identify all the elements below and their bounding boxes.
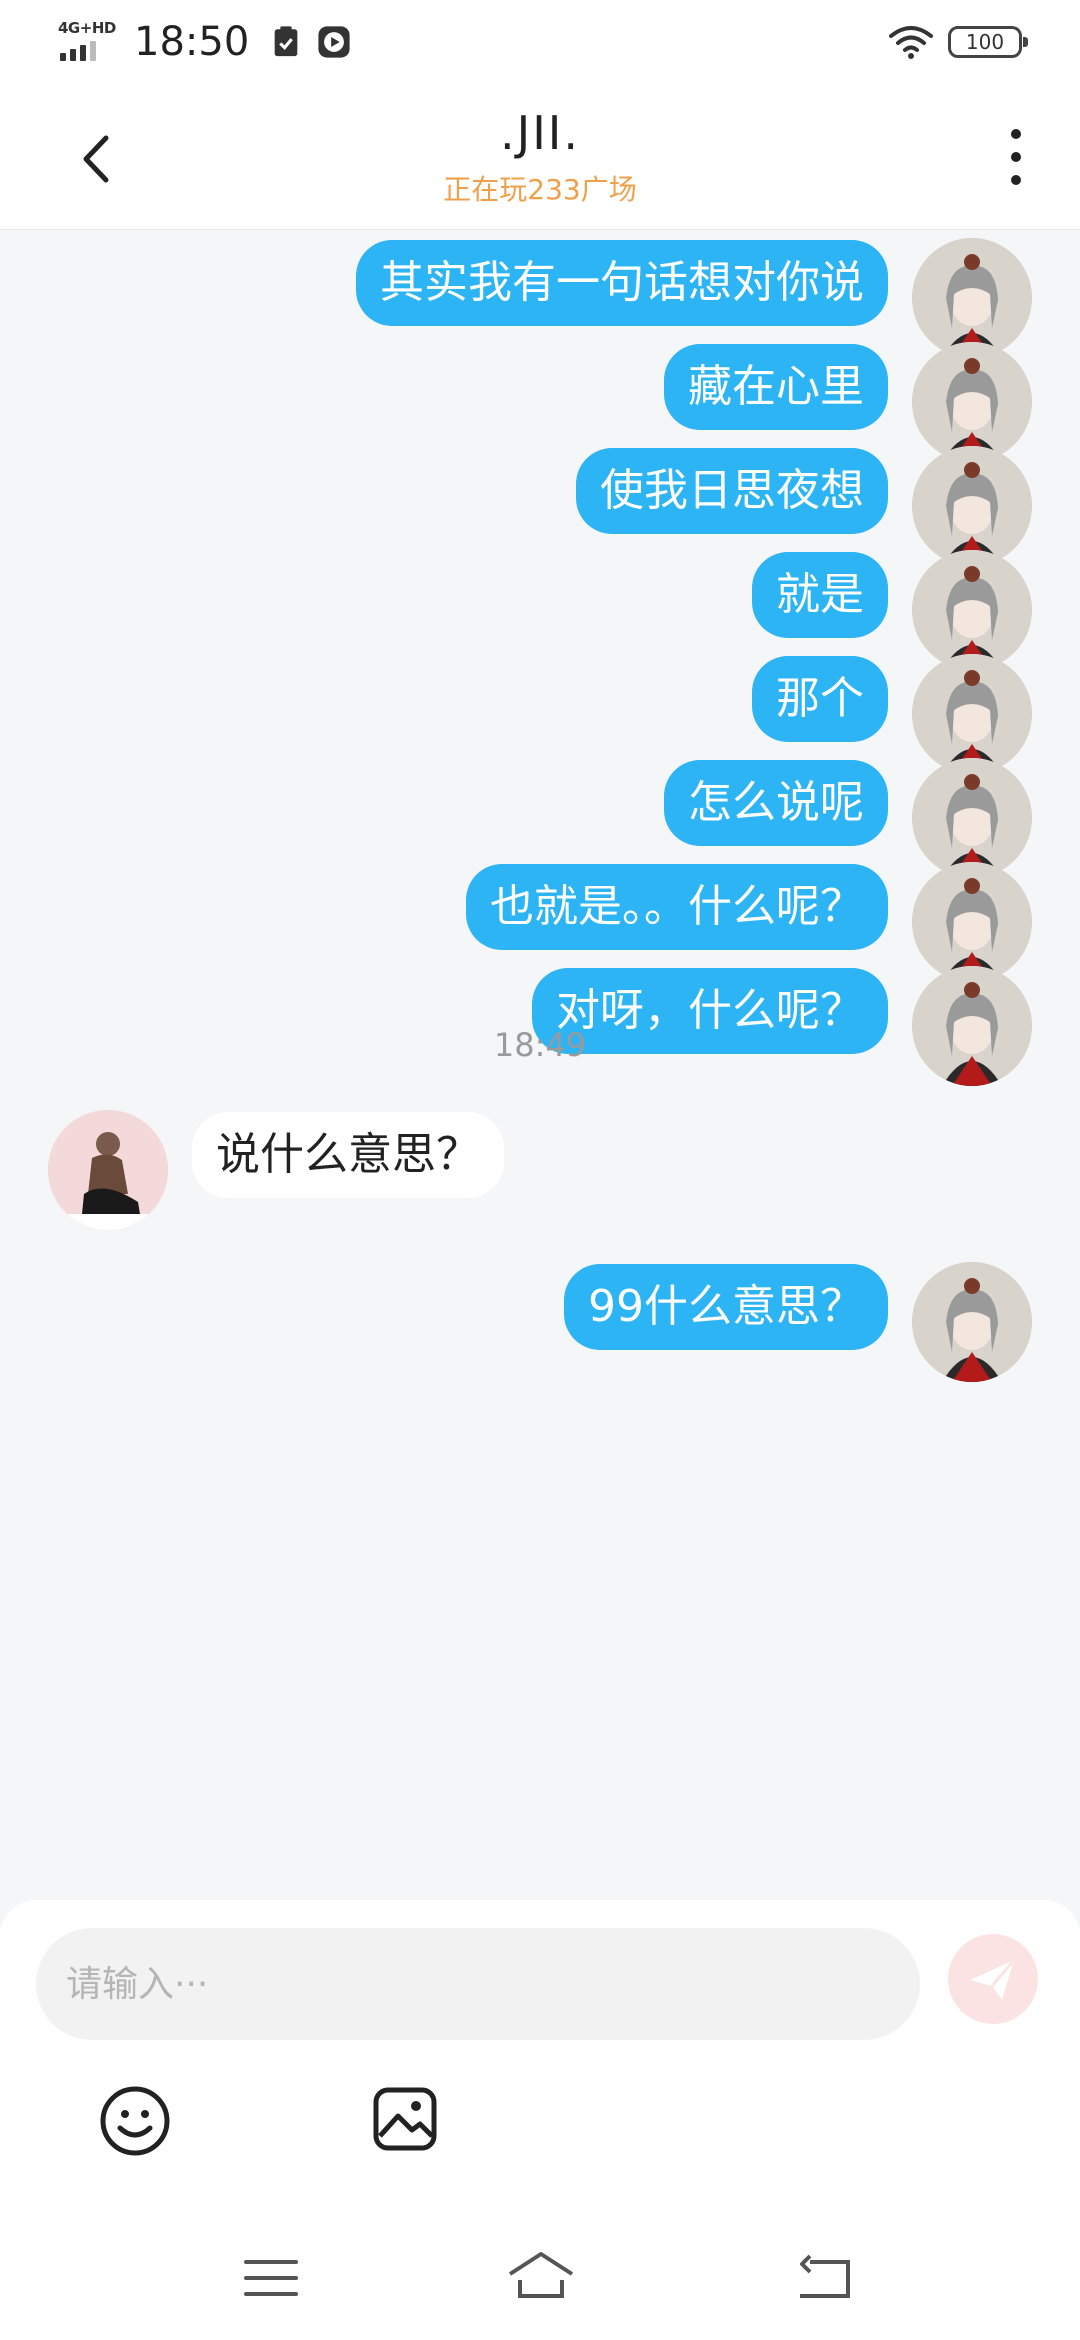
clipboard-check-icon: [274, 26, 298, 57]
avatar-image: [912, 342, 1032, 462]
chat-screen: 4G+HD 18:50 100 .JII. 正在玩233广场 其实我有一句话想对…: [0, 0, 1080, 2340]
back-nav-icon[interactable]: [796, 2254, 852, 2300]
message-row: 那个: [0, 654, 1080, 774]
more-vertical-icon[interactable]: [996, 124, 1036, 194]
status-bar: 4G+HD 18:50 100: [0, 0, 1080, 84]
image-icon[interactable]: [372, 2086, 438, 2152]
contact-status: 正在玩233广场: [443, 173, 637, 206]
message-row: 说什么意思？: [0, 1110, 1080, 1230]
home-icon[interactable]: [506, 2250, 576, 2300]
incoming-message[interactable]: 说什么意思？: [192, 1112, 504, 1198]
send-icon: [970, 1959, 1016, 2000]
my-avatar[interactable]: [912, 342, 1032, 462]
message-row: 就是: [0, 550, 1080, 670]
avatar-image: [912, 446, 1032, 566]
my-avatar[interactable]: [912, 238, 1032, 358]
message-row: 其实我有一句话想对你说: [0, 238, 1080, 358]
outgoing-message[interactable]: 99什么意思？: [564, 1264, 888, 1350]
message-input[interactable]: [36, 1928, 920, 2040]
outgoing-message[interactable]: 藏在心里: [664, 344, 888, 430]
avatar-image: [48, 1110, 168, 1230]
my-avatar[interactable]: [912, 758, 1032, 878]
message-timestamp: 18:49: [493, 1026, 587, 1064]
send-button[interactable]: [948, 1934, 1038, 2024]
message-row: 藏在心里: [0, 342, 1080, 462]
outgoing-message[interactable]: 也就是。。什么呢？: [466, 864, 888, 950]
avatar-image: [912, 862, 1032, 982]
smiley-icon[interactable]: [98, 2084, 172, 2158]
avatar-image: [912, 238, 1032, 358]
avatar-image: [912, 654, 1032, 774]
status-time: 18:50: [134, 19, 250, 65]
menu-icon[interactable]: [244, 2258, 298, 2298]
avatar-image: [912, 758, 1032, 878]
outgoing-message[interactable]: 使我日思夜想: [576, 448, 888, 534]
avatar-image: [912, 550, 1032, 670]
outgoing-message[interactable]: 其实我有一句话想对你说: [356, 240, 888, 326]
message-row: 使我日思夜想: [0, 446, 1080, 566]
outgoing-message[interactable]: 怎么说呢: [664, 760, 888, 846]
contact-name: .JII.: [500, 106, 580, 160]
wifi-icon: [889, 26, 933, 59]
signal-icon: 4G+HD: [58, 19, 120, 65]
my-avatar[interactable]: [912, 654, 1032, 774]
message-list[interactable]: 其实我有一句话想对你说 藏在心里 使我日思夜想 就是 那个 怎么说呢 也就是。。…: [0, 230, 1080, 1900]
my-avatar[interactable]: [912, 862, 1032, 982]
outgoing-message[interactable]: 那个: [752, 656, 888, 742]
avatar-image: [912, 1262, 1032, 1382]
message-row: 怎么说呢: [0, 758, 1080, 878]
play-app-icon: [318, 26, 350, 58]
message-row: 99什么意思？: [0, 1262, 1080, 1382]
battery-indicator: 100: [948, 26, 1028, 58]
my-avatar[interactable]: [912, 1262, 1032, 1382]
network-type: 4G+HD: [58, 19, 116, 37]
contact-avatar[interactable]: [48, 1110, 168, 1230]
message-row: 也就是。。什么呢？: [0, 862, 1080, 982]
my-avatar[interactable]: [912, 446, 1032, 566]
my-avatar[interactable]: [912, 550, 1032, 670]
chat-header: .JII. 正在玩233广场: [0, 84, 1080, 230]
outgoing-message[interactable]: 就是: [752, 552, 888, 638]
